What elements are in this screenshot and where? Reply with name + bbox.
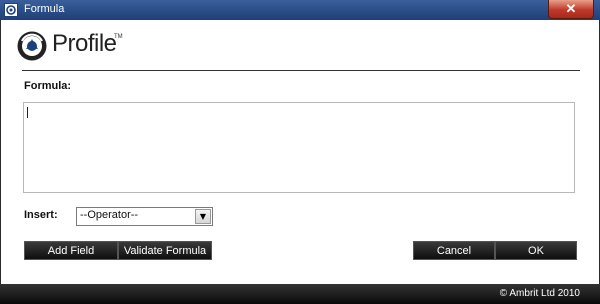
insert-select-value: --Operator--	[80, 209, 139, 221]
header-divider	[22, 70, 580, 71]
formula-textarea[interactable]	[23, 102, 575, 193]
text-caret	[27, 107, 28, 118]
title-bar: Formula ✕	[0, 0, 600, 20]
insert-label: Insert:	[24, 209, 58, 221]
chevron-down-icon[interactable]: ▼	[195, 209, 211, 224]
window-frame-left	[0, 20, 1, 304]
add-field-button[interactable]: Add Field	[24, 241, 118, 260]
app-icon	[4, 3, 18, 17]
validate-formula-button[interactable]: Validate Formula	[118, 241, 212, 260]
logo-trademark: TM	[114, 34, 123, 40]
close-icon: ✕	[565, 1, 577, 16]
insert-operator-select[interactable]: --Operator-- ▼	[76, 207, 213, 226]
cancel-button[interactable]: Cancel	[413, 241, 495, 260]
formula-label: Formula:	[24, 80, 72, 92]
ok-button[interactable]: OK	[495, 241, 577, 260]
window-title: Formula	[24, 3, 65, 15]
logo-text: Profile	[52, 30, 117, 57]
profile-logo-icon	[17, 31, 47, 61]
copyright-text: © Ambrit Ltd 2010	[499, 288, 580, 299]
close-button[interactable]: ✕	[548, 0, 594, 19]
footer-bar: © Ambrit Ltd 2010	[0, 284, 600, 304]
